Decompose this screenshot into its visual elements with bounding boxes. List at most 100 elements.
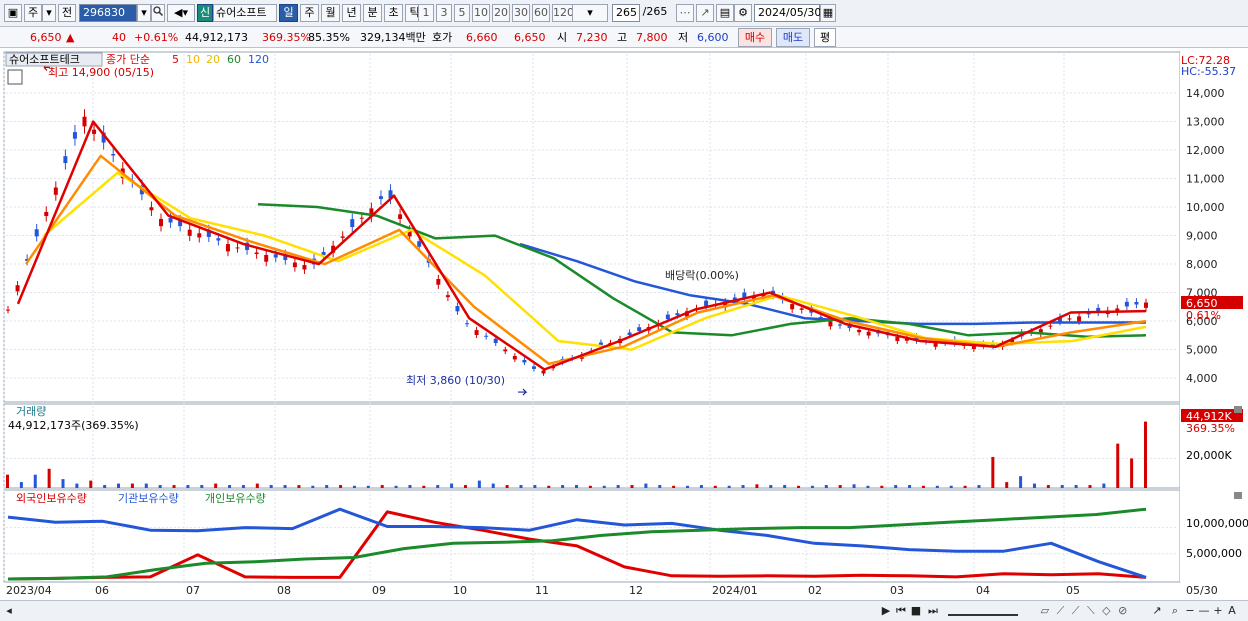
volume-bar xyxy=(89,480,93,488)
stop-icon[interactable]: ■ xyxy=(910,604,922,618)
candle-body xyxy=(474,330,479,335)
low-label: 저 xyxy=(678,31,689,44)
candle-body xyxy=(484,335,489,337)
volume-bar xyxy=(463,485,467,488)
x-tick-label: 02 xyxy=(808,584,822,597)
volume-bar xyxy=(241,485,245,488)
save-icon[interactable]: ▤ xyxy=(716,4,734,22)
volume-bar xyxy=(269,485,273,488)
scroll-left-icon[interactable]: ◂ xyxy=(4,604,14,618)
candle-body xyxy=(398,214,403,219)
interval-tab-3[interactable]: 3 xyxy=(436,4,452,22)
code-dropdown-icon[interactable]: ▾ xyxy=(137,4,151,22)
candle-body xyxy=(72,132,77,139)
volume-bar xyxy=(61,479,65,488)
text-tool-icon[interactable]: A xyxy=(1226,604,1238,618)
sell-button[interactable]: 매도 xyxy=(776,28,810,47)
draw-icon[interactable]: ↗ xyxy=(696,4,714,22)
gear-icon[interactable]: ⚙ xyxy=(734,4,752,22)
candle-body xyxy=(895,337,900,342)
calendar-icon[interactable]: ▦ xyxy=(820,4,836,22)
volume-bar xyxy=(325,485,329,488)
rewind-icon[interactable]: ⏮ xyxy=(894,604,908,618)
period-tab-2[interactable]: 월 xyxy=(321,4,340,22)
volume-bar xyxy=(935,485,939,488)
grid-icon[interactable]: ⋯ xyxy=(676,4,694,22)
hc-label: HC:-55.37 xyxy=(1181,65,1236,78)
candle-body xyxy=(1134,301,1139,305)
candle-body xyxy=(512,355,517,360)
date-input[interactable]: 2024/05/30 xyxy=(754,4,821,22)
candle-body xyxy=(359,217,364,219)
volume-bar xyxy=(1046,485,1050,488)
volume-bar xyxy=(644,483,648,488)
count-total-label: /265 xyxy=(642,5,668,18)
close-icon[interactable] xyxy=(1234,492,1242,499)
candle-body xyxy=(1067,318,1072,320)
interval-tab-10[interactable]: 10 xyxy=(472,4,490,22)
interval-tab-5[interactable]: 5 xyxy=(454,4,470,22)
interval-dropdown[interactable]: ▾ xyxy=(572,4,608,22)
buy-button[interactable]: 매수 xyxy=(738,28,772,47)
jeon-button[interactable]: 전 xyxy=(58,4,76,22)
volume-bar xyxy=(158,485,162,488)
volume-bar xyxy=(630,485,634,488)
interval-tab-20[interactable]: 20 xyxy=(492,4,510,22)
period-main-select[interactable]: 주 xyxy=(24,4,42,22)
interval-tab-30[interactable]: 30 xyxy=(512,4,530,22)
period-tab-1[interactable]: 주 xyxy=(300,4,319,22)
stock-chart[interactable]: 2023/04 06 07 08 09 10 11 12 2024/01 02 03 04 05 05/3… xyxy=(0,48,1248,600)
candle-body xyxy=(837,324,842,326)
chevron-down-icon[interactable]: ▾ xyxy=(42,4,56,22)
candle-body xyxy=(378,196,383,200)
interval-tab-60[interactable]: 60 xyxy=(532,4,550,22)
magnifier-icon[interactable]: ⌕ xyxy=(1168,604,1182,618)
volume-bar xyxy=(1130,458,1134,488)
speaker-icon[interactable]: ◀▾ xyxy=(167,4,195,22)
minus-icon[interactable]: — xyxy=(1198,604,1210,618)
volume-bar xyxy=(436,485,440,488)
candle-body xyxy=(235,247,240,249)
hoga-bid: 6,650 xyxy=(514,31,546,44)
new-badge-label: 신 xyxy=(199,6,211,19)
ma-label: 종가 단순 xyxy=(106,53,150,66)
zoom-in-icon[interactable]: + xyxy=(1212,604,1224,618)
legend-institution: 기관보유수량 xyxy=(118,492,179,505)
zoom-slider[interactable] xyxy=(948,604,1018,616)
period-tab-5[interactable]: 초 xyxy=(384,4,403,22)
fast-forward-icon[interactable]: ⏭ xyxy=(926,604,940,618)
interval-tab-1[interactable]: 1 xyxy=(418,4,434,22)
volume-bar xyxy=(1060,485,1064,488)
new-badge[interactable]: 신 xyxy=(197,4,213,22)
volume-bar xyxy=(311,485,315,488)
candle-body xyxy=(436,279,441,285)
trend-icon[interactable]: ↗ xyxy=(1150,604,1164,618)
volume-bar xyxy=(297,485,301,488)
stock-name-field[interactable]: 슈어소프트 xyxy=(213,4,277,22)
avg-button[interactable]: 평 xyxy=(814,28,836,47)
period-tab-3[interactable]: 년 xyxy=(342,4,361,22)
volume-bar xyxy=(588,485,592,488)
volume-bar xyxy=(575,485,578,488)
search-icon[interactable] xyxy=(151,4,165,22)
candle-body xyxy=(44,211,49,217)
period-tab-0[interactable]: 일 xyxy=(279,4,298,22)
calculator-icon[interactable] xyxy=(7,69,23,85)
period-tab-4[interactable]: 분 xyxy=(363,4,382,22)
stock-code-input[interactable]: 296830 xyxy=(79,4,137,22)
count-input[interactable]: 265 xyxy=(612,4,640,22)
volume-bar xyxy=(255,483,259,488)
volume-bar xyxy=(658,485,662,488)
interval-tab-120[interactable]: 120 xyxy=(552,4,574,22)
volume-ratio: 369.35% xyxy=(262,31,311,44)
low-annotation: 최저 3,860 (10/30) xyxy=(406,374,505,387)
play-icon[interactable]: ▶ xyxy=(880,604,892,618)
zoom-out-icon[interactable]: − xyxy=(1184,604,1196,618)
volume-bar xyxy=(713,485,717,488)
window-icon[interactable]: ▣ xyxy=(4,4,22,22)
drawing-tools[interactable]: ▱ ⟋ ⟋ ⟍ ◇ ⊘ xyxy=(1025,604,1145,618)
volume-bar xyxy=(172,485,176,488)
x-tick-label: 07 xyxy=(186,584,200,597)
volume-close-icon[interactable] xyxy=(1234,406,1242,413)
candle-body xyxy=(168,217,173,223)
